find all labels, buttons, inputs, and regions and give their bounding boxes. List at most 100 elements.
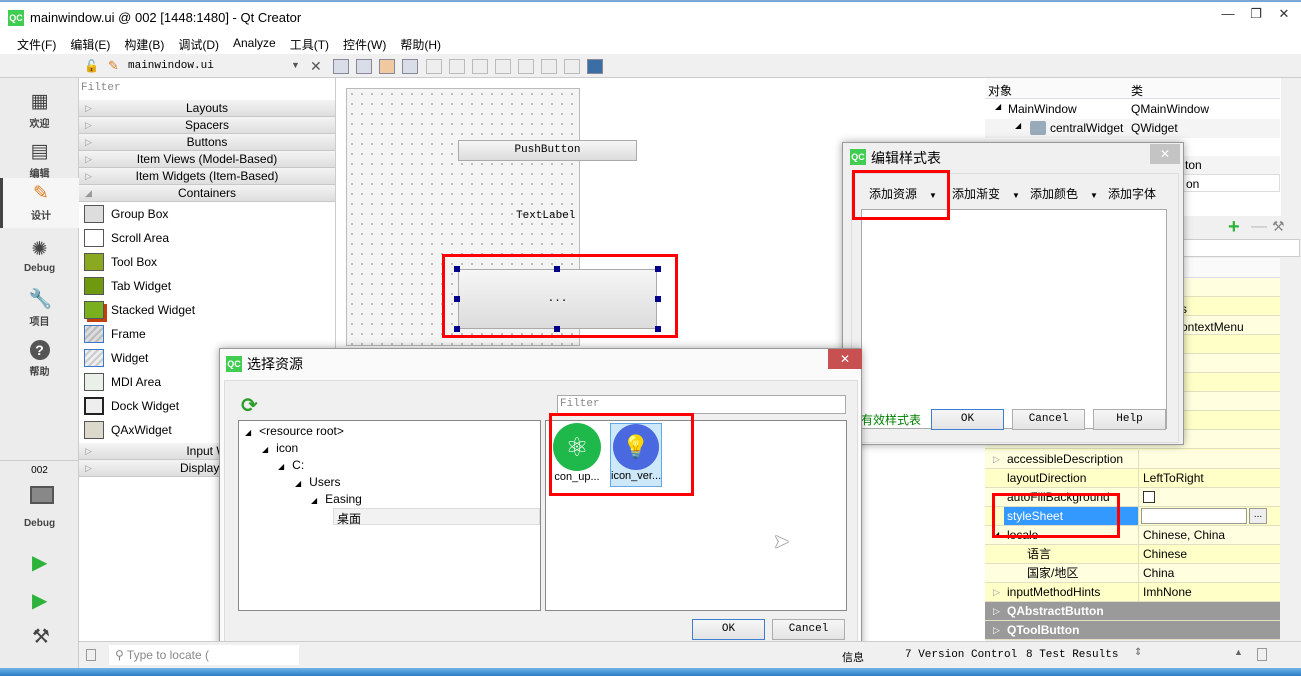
category-buttons[interactable]: ▷ Buttons [79, 134, 335, 151]
resize-handle[interactable] [454, 326, 460, 332]
add-property-icon[interactable]: + [1228, 216, 1240, 239]
resize-handle[interactable] [554, 266, 560, 272]
resize-handle[interactable] [655, 266, 661, 272]
widget-frame[interactable]: Frame [79, 322, 335, 346]
scrollbar[interactable] [1281, 78, 1301, 228]
monitor-icon[interactable] [30, 486, 54, 504]
tree-item-easing[interactable]: ◢ Easing [311, 492, 362, 506]
toggle-right-sidebar-button[interactable] [1257, 648, 1267, 661]
push-button[interactable]: PushButton [458, 140, 637, 161]
mode-design[interactable]: ✎ 设计 [0, 178, 79, 228]
property-stylesheet[interactable]: styleSheet...↶ [985, 507, 1280, 544]
adjust-size-icon[interactable] [587, 59, 603, 74]
tree-item-desktop[interactable]: 桌面 [333, 508, 540, 526]
tree-row-mainwindow[interactable]: ◢ MainWindow QMainWindow [985, 100, 1280, 119]
layout-form-icon[interactable] [518, 59, 534, 74]
property-locale[interactable]: ◢ locale Chinese, China [985, 526, 1280, 545]
resize-handle[interactable] [454, 266, 460, 272]
mode-debug[interactable]: ✺ Debug [0, 234, 79, 284]
widget-stacked-widget[interactable]: Stacked Widget [79, 298, 335, 322]
stylesheet-text-editor[interactable] [861, 209, 1167, 429]
text-label[interactable]: TextLabel [516, 210, 575, 222]
pane-general-messages[interactable]: 信息 [842, 649, 864, 665]
maximize-pane-icon[interactable]: ▲ [1234, 647, 1243, 657]
resource-file-item-selected[interactable]: 💡 icon_ver... [610, 423, 662, 487]
resize-handle[interactable] [655, 326, 661, 332]
resource-filter-input[interactable]: Filter [557, 395, 846, 414]
add-gradient-button[interactable]: 添加渐变 ▼ [952, 185, 1020, 202]
maximize-button[interactable]: ❐ [1242, 6, 1270, 24]
resource-file-item[interactable]: ⚛ con_up... [546, 423, 608, 487]
widget-tool-box[interactable]: Tool Box [79, 250, 335, 274]
widget-group-box[interactable]: Group Box [79, 202, 335, 226]
run-button[interactable]: ▶ [32, 550, 47, 575]
configure-wrench-icon[interactable]: ⚒ [1272, 218, 1285, 235]
layout-vertical-icon[interactable] [449, 59, 465, 74]
splitter-horizontal-icon[interactable] [472, 59, 488, 74]
widget-scroll-area[interactable]: Scroll Area [79, 226, 335, 250]
property-accessible-description[interactable]: ▷ accessibleDescription [985, 450, 1280, 469]
tree-item-icon[interactable]: ◢ icon [262, 441, 298, 455]
auto-fill-checkbox[interactable] [1143, 491, 1155, 503]
resize-handle[interactable] [554, 326, 560, 332]
property-scrollbar[interactable] [1281, 258, 1301, 641]
menu-widgets[interactable]: 控件(W) [336, 32, 393, 54]
ok-button[interactable]: OK [692, 619, 765, 640]
chevron-down-icon[interactable]: ▼ [291, 60, 300, 70]
tree-item-root[interactable]: ◢ <resource root> [245, 424, 344, 438]
menu-debug[interactable]: 调试(D) [171, 32, 226, 54]
pane-version-control[interactable]: 7 Version Control [905, 649, 1017, 661]
reload-icon[interactable]: ⟳ [241, 393, 258, 418]
widget-filter-input[interactable]: Filter [81, 82, 121, 94]
property-language[interactable]: 语言 Chinese [985, 545, 1280, 564]
layout-grid-icon[interactable] [541, 59, 557, 74]
locator-input[interactable]: ⚲ Type to locate ( [109, 645, 299, 665]
add-resource-button[interactable]: 添加资源 ▼ [869, 185, 937, 202]
open-file-selector[interactable]: mainwindow.ui [128, 60, 214, 72]
category-item-widgets[interactable]: ▷ Item Widgets (Item-Based) [79, 168, 335, 185]
help-button[interactable]: Help [1093, 409, 1166, 430]
dialog-close-button[interactable]: ✕ [1150, 144, 1180, 164]
resize-handle[interactable] [454, 296, 460, 302]
edit-widgets-icon[interactable] [333, 59, 349, 74]
toggle-sidebar-button[interactable] [86, 649, 96, 661]
debug-run-button[interactable]: ▶ [32, 588, 47, 613]
ok-button[interactable]: OK [931, 409, 1004, 430]
close-document-button[interactable]: ✕ [310, 58, 322, 75]
add-font-button[interactable]: 添加字体 [1108, 185, 1156, 202]
add-color-button[interactable]: 添加颜色 ▼ [1030, 185, 1098, 202]
dialog-close-button[interactable]: ✕ [828, 349, 862, 369]
cancel-button[interactable]: Cancel [772, 619, 845, 640]
break-layout-icon[interactable] [564, 59, 580, 74]
remove-property-icon[interactable]: — [1251, 218, 1267, 236]
build-hammer-button[interactable]: ⚒ [32, 624, 50, 649]
mode-welcome[interactable]: ▦ 欢迎 [0, 86, 79, 136]
stylesheet-edit-button[interactable]: ... [1249, 508, 1267, 524]
group-qtoolbutton[interactable]: ▷ QToolButton [985, 621, 1280, 640]
tool-button-selected[interactable]: ... [458, 269, 657, 329]
menu-edit[interactable]: 编辑(E) [63, 32, 117, 54]
layout-horizontal-icon[interactable] [426, 59, 442, 74]
tree-item-c[interactable]: ◢ C: [278, 458, 304, 472]
splitter-vertical-icon[interactable] [495, 59, 511, 74]
tree-item-users[interactable]: ◢ Users [295, 475, 341, 489]
category-layouts[interactable]: ▷ Layouts [79, 100, 335, 117]
widget-tab-widget[interactable]: Tab Widget [79, 274, 335, 298]
edit-buddies-icon[interactable] [379, 59, 395, 74]
category-containers[interactable]: ◢ Containers [79, 185, 335, 202]
minimize-button[interactable]: — [1214, 6, 1242, 24]
group-qabstractbutton[interactable]: ▷ QAbstractButton [985, 602, 1280, 621]
menu-tools[interactable]: 工具(T) [283, 32, 336, 54]
menu-file[interactable]: 文件(F) [10, 32, 63, 54]
category-spacers[interactable]: ▷ Spacers [79, 117, 335, 134]
edit-tab-order-icon[interactable] [402, 59, 418, 74]
close-button[interactable]: ✕ [1270, 6, 1298, 24]
pane-test-results[interactable]: 8 Test Results [1026, 649, 1118, 661]
stylesheet-value-field[interactable] [1141, 508, 1247, 524]
pane-chooser-icon[interactable]: ⇕ [1134, 647, 1142, 658]
cancel-button[interactable]: Cancel [1012, 409, 1085, 430]
menu-build[interactable]: 构建(B) [117, 32, 171, 54]
property-auto-fill-background[interactable]: autoFillBackground [985, 488, 1280, 507]
resize-handle[interactable] [655, 296, 661, 302]
menu-help[interactable]: 帮助(H) [393, 32, 448, 54]
